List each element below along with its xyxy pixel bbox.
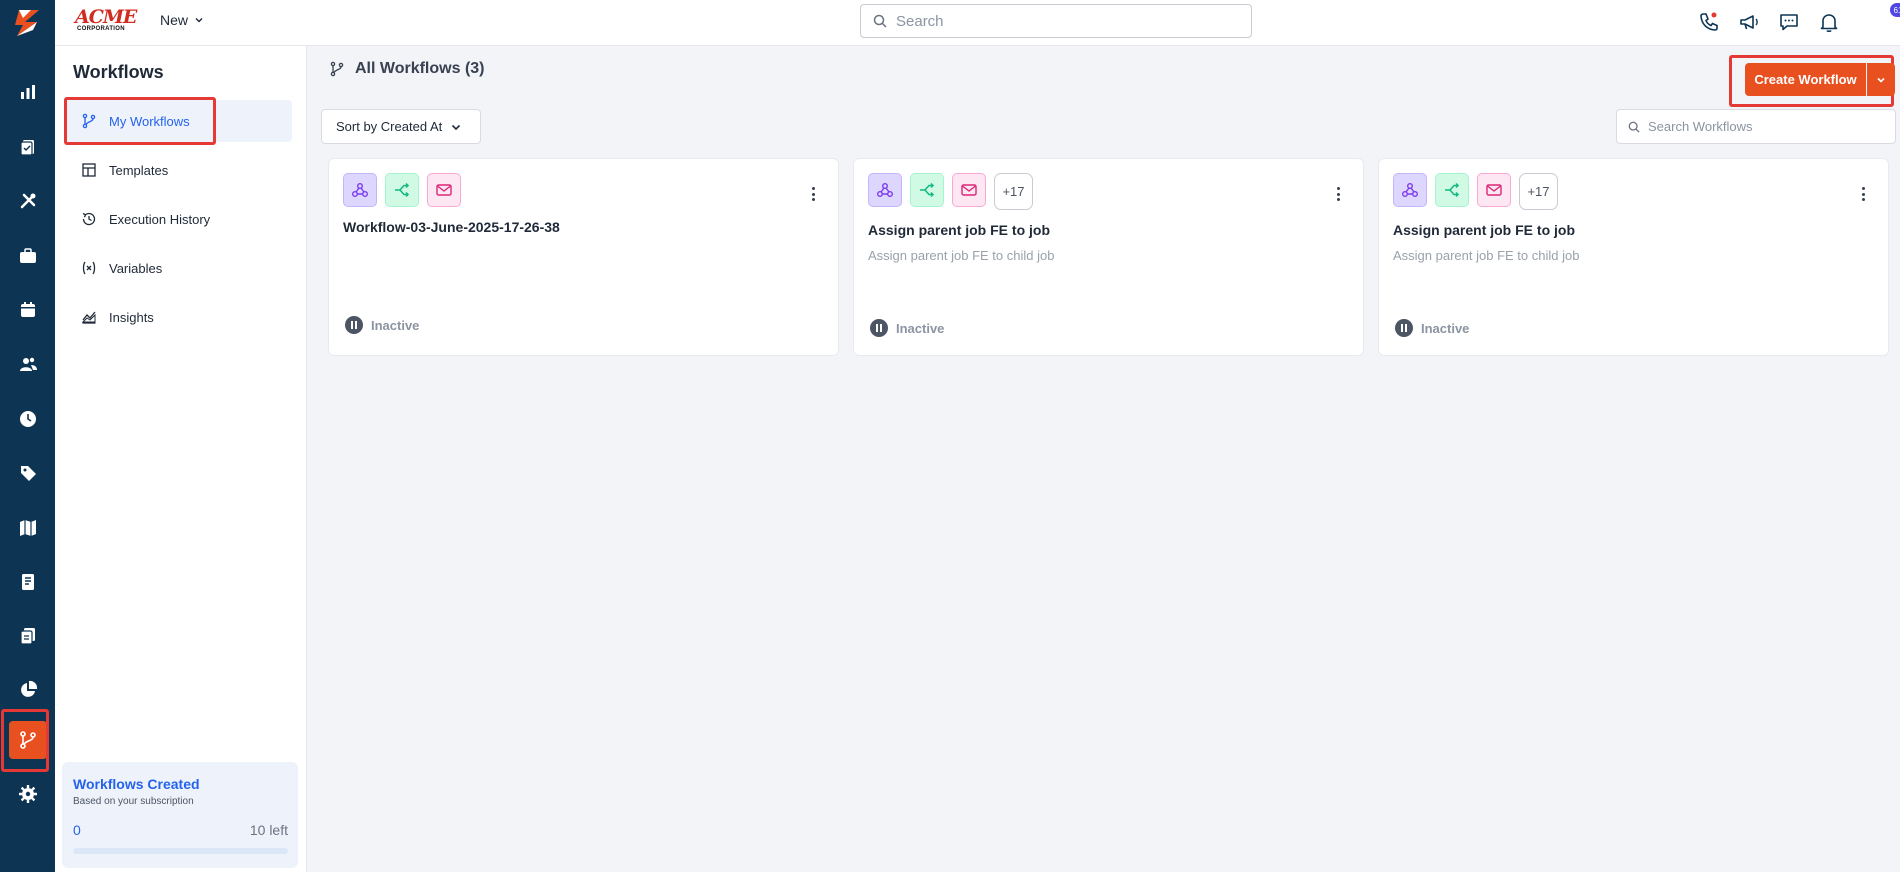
card-title: Assign parent job FE to job — [868, 222, 1050, 238]
sort-label: Sort by Created At — [336, 119, 443, 134]
sidebar-item-label: Variables — [109, 260, 163, 276]
more-steps-badge: +17 — [1519, 173, 1558, 210]
workflow-icon — [330, 61, 344, 77]
search-icon — [1628, 121, 1640, 133]
create-workflow-button[interactable]: Create Workflow — [1745, 63, 1866, 96]
card-menu-icon[interactable] — [1335, 187, 1341, 201]
sidebar-item-label: Insights — [109, 309, 154, 325]
pause-icon — [345, 316, 363, 334]
status-text: Inactive — [1421, 320, 1470, 336]
webhook-icon — [868, 173, 902, 207]
card-description: Assign parent job FE to child job — [1393, 248, 1580, 263]
branch-icon — [385, 173, 419, 207]
invoice-icon[interactable] — [0, 562, 55, 602]
webhook-icon — [343, 173, 377, 207]
notification-badge: 61 — [1890, 3, 1900, 17]
bell-icon[interactable] — [1817, 10, 1841, 34]
branch-icon — [1435, 173, 1469, 207]
quota-remaining: 10 left — [249, 822, 288, 838]
sidebar-item-variables[interactable]: Variables — [65, 247, 292, 289]
status-badge: Inactive — [870, 319, 944, 337]
brand-logo[interactable]: ACME CORPORATION — [75, 6, 139, 32]
sidebar-item-templates[interactable]: Templates — [65, 149, 292, 191]
card-title: Assign parent job FE to job — [1393, 222, 1575, 238]
quota-progress-bar — [73, 848, 288, 854]
status-text: Inactive — [896, 320, 945, 336]
chevron-down-icon — [1877, 77, 1885, 83]
sort-dropdown[interactable]: Sort by Created At — [321, 109, 481, 144]
app-logo-icon[interactable] — [0, 0, 55, 46]
workflow-search-box[interactable] — [1616, 109, 1896, 144]
global-search-input[interactable] — [896, 12, 1226, 30]
chevron-down-icon — [452, 124, 461, 130]
pie-chart-icon[interactable] — [0, 670, 55, 710]
clock-icon[interactable] — [0, 399, 55, 439]
users-icon[interactable] — [0, 344, 55, 384]
pause-icon — [1395, 319, 1413, 337]
email-icon — [952, 173, 986, 207]
top-bar: ACME CORPORATION New 61 — [55, 0, 1900, 46]
create-workflow-dropdown-button[interactable] — [1867, 63, 1895, 96]
map-icon[interactable] — [0, 508, 55, 548]
global-search-box[interactable] — [860, 4, 1252, 38]
branch-icon — [910, 173, 944, 207]
jobs-icon[interactable] — [0, 127, 55, 167]
brand-subtitle: CORPORATION — [77, 26, 125, 32]
workflow-card[interactable]: +17 Assign parent job FE to job Assign p… — [853, 158, 1364, 356]
megaphone-icon[interactable] — [1737, 10, 1761, 34]
tools-icon[interactable] — [0, 181, 55, 221]
settings-icon[interactable] — [0, 774, 55, 814]
sidebar-item-execution-history[interactable]: Execution History — [65, 198, 292, 240]
workflow-card[interactable]: +17 Assign parent job FE to job Assign p… — [1378, 158, 1889, 356]
quota-title: Workflows Created — [73, 776, 200, 792]
app-rail — [0, 0, 55, 872]
page-title-text: All Workflows (3) — [355, 60, 485, 77]
sidebar-item-label: Execution History — [109, 211, 211, 227]
page-title: All Workflows (3) — [329, 60, 485, 78]
documents-icon[interactable] — [0, 616, 55, 656]
more-steps-badge: +17 — [994, 173, 1033, 210]
card-description: Assign parent job FE to child job — [868, 248, 1055, 263]
email-icon — [1477, 173, 1511, 207]
briefcase-icon[interactable] — [0, 236, 55, 276]
workflow-card[interactable]: Workflow-03-June-2025-17-26-38 Inactive — [328, 158, 839, 356]
calendar-icon[interactable] — [0, 290, 55, 330]
card-menu-icon[interactable] — [1860, 187, 1866, 201]
workflow-search-input[interactable] — [1648, 119, 1888, 134]
workflow-quota-panel: Workflows Created Based on your subscrip… — [62, 762, 298, 868]
phone-icon[interactable] — [1697, 10, 1721, 34]
sidebar-highlight-box — [64, 97, 216, 145]
rail-highlight-box — [1, 709, 49, 772]
workflows-sidebar: Workflows My Workflows Templates Executi… — [55, 46, 307, 872]
pause-icon — [870, 319, 888, 337]
history-icon — [82, 212, 96, 226]
quota-used-count: 0 — [73, 822, 81, 838]
sidebar-item-insights[interactable]: Insights — [65, 296, 292, 338]
insights-icon — [81, 311, 96, 324]
brand-name: ACME — [75, 6, 137, 28]
new-menu-label: New — [160, 12, 189, 28]
quota-subtitle: Based on your subscription — [73, 796, 194, 807]
sidebar-title: Workflows — [73, 62, 164, 82]
webhook-icon — [1393, 173, 1427, 207]
card-menu-icon[interactable] — [810, 187, 816, 201]
status-text: Inactive — [371, 317, 420, 333]
reports-icon[interactable] — [0, 72, 55, 112]
tag-icon[interactable] — [0, 453, 55, 493]
variables-icon — [82, 261, 96, 275]
status-badge: Inactive — [345, 316, 419, 334]
chevron-down-icon — [195, 18, 203, 23]
search-icon — [873, 14, 887, 28]
chat-icon[interactable] — [1777, 10, 1801, 34]
status-badge: Inactive — [1395, 319, 1469, 337]
templates-icon — [82, 163, 96, 177]
sidebar-item-label: Templates — [109, 162, 169, 178]
new-menu-button[interactable]: New — [160, 12, 204, 28]
email-icon — [427, 173, 461, 207]
card-title: Workflow-03-June-2025-17-26-38 — [343, 219, 560, 235]
